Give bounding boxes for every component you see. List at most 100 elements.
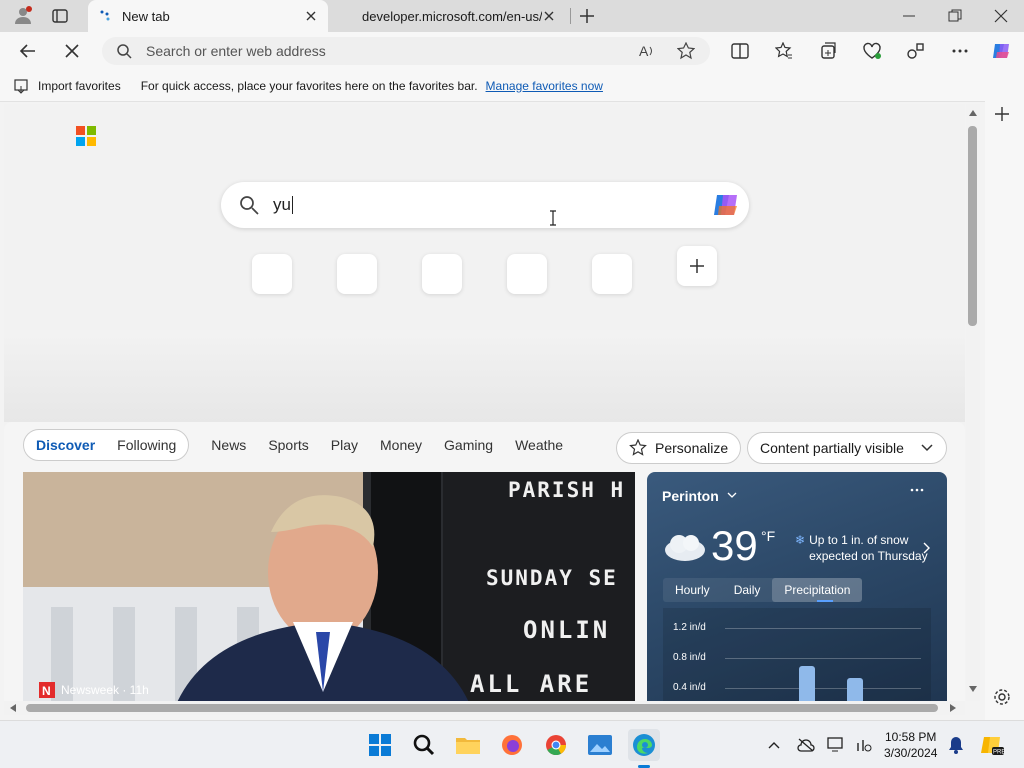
close-tab-icon[interactable] [304, 9, 318, 23]
search-icon[interactable] [408, 729, 440, 761]
scroll-left-icon[interactable] [10, 704, 16, 712]
weather-alert-text: Up to 1 in. of snow expected on Thursday [809, 533, 928, 563]
windows-start-icon[interactable] [364, 729, 396, 761]
personalize-label: Personalize [655, 440, 729, 456]
snowflake-icon: ❄ [795, 533, 806, 547]
weather-card[interactable]: Perinton 39 °F ❄ Up to 1 in. of snow exp… [647, 472, 947, 701]
add-shortcut-button[interactable] [677, 246, 717, 286]
horizontal-scrollbar[interactable] [4, 701, 965, 715]
browser-essentials-icon[interactable] [860, 39, 884, 63]
svg-text:PRE: PRE [993, 750, 1004, 756]
svg-text:A: A [639, 43, 649, 59]
minimize-icon[interactable] [902, 9, 916, 23]
edge-icon[interactable] [628, 729, 660, 761]
vertical-scrollbar[interactable] [966, 104, 980, 701]
quick-link-tile[interactable] [337, 254, 377, 294]
tab-developer[interactable]: developer.microsoft.com/en-us/ [346, 0, 566, 32]
horizontal-scroll-thumb[interactable] [26, 704, 938, 712]
quick-link-tile[interactable] [252, 254, 292, 294]
cloud-icon [661, 532, 707, 562]
scroll-down-icon[interactable] [969, 686, 977, 692]
favorites-icon[interactable] [772, 39, 796, 63]
copilot-icon[interactable] [990, 39, 1014, 63]
collections-icon[interactable] [816, 39, 840, 63]
manage-favorites-link[interactable]: Manage favorites now [486, 79, 603, 93]
chrome-icon[interactable] [540, 729, 572, 761]
tab-discover[interactable]: Discover [36, 437, 95, 453]
cloud-offline-icon[interactable] [790, 729, 822, 761]
back-icon[interactable] [16, 39, 40, 63]
settings-gear-icon[interactable] [993, 688, 1011, 706]
extensions-icon[interactable] [904, 39, 928, 63]
chevron-right-icon[interactable] [923, 542, 931, 554]
tab-title: New tab [122, 8, 170, 24]
close-window-icon[interactable] [994, 9, 1008, 23]
favorites-bar: Import favorites For quick access, place… [0, 70, 1024, 102]
read-aloud-icon[interactable]: A [638, 42, 656, 60]
weather-location[interactable]: Perinton [662, 488, 737, 504]
sign-line: PARISH H [508, 478, 626, 502]
tab-actions-icon[interactable] [52, 8, 68, 24]
notification-bell-icon[interactable] [940, 729, 972, 761]
quick-link-tile[interactable] [507, 254, 547, 294]
more-options-icon[interactable] [948, 39, 972, 63]
sign-line: SUNDAY SE [486, 566, 618, 590]
tab-strip: New tab developer.microsoft.com/en-us/ [0, 0, 1024, 32]
ntp-search-box[interactable]: yu [221, 182, 749, 228]
gridline [725, 628, 921, 629]
import-icon[interactable] [14, 78, 30, 94]
favorite-star-icon[interactable] [677, 42, 695, 60]
file-explorer-icon[interactable] [452, 729, 484, 761]
scroll-right-icon[interactable] [950, 704, 956, 712]
address-placeholder: Search or enter web address [146, 43, 326, 59]
quick-link-tile[interactable] [592, 254, 632, 294]
copilot-icon[interactable] [711, 190, 741, 220]
ntp-search-input[interactable]: yu [273, 195, 291, 215]
clock[interactable]: 10:58 PM 3/30/2024 [884, 729, 937, 761]
quick-link-tile[interactable] [422, 254, 462, 294]
tab-news[interactable]: News [211, 437, 246, 453]
search-icon [116, 43, 132, 59]
tab-play[interactable]: Play [331, 437, 358, 453]
scroll-up-icon[interactable] [969, 110, 977, 116]
firefox-icon[interactable] [496, 729, 528, 761]
favorites-hint: For quick access, place your favorites h… [140, 78, 478, 93]
tab-sports[interactable]: Sports [268, 437, 308, 453]
weather-alert[interactable]: ❄ Up to 1 in. of snow expected on Thursd… [795, 532, 935, 564]
profile-icon[interactable] [14, 6, 32, 24]
restore-icon[interactable] [948, 9, 962, 23]
content-visibility-value: Content partially visible [760, 440, 904, 456]
weather-tabs: Hourly Daily Precipitation [663, 578, 863, 602]
import-favorites-button[interactable]: Import favorites [38, 79, 121, 93]
vertical-scroll-thumb[interactable] [968, 126, 977, 326]
stop-loading-icon[interactable] [60, 39, 84, 63]
copilot-pre-icon[interactable]: PRE [976, 729, 1008, 761]
new-tab-icon[interactable] [579, 8, 595, 24]
tab-new-tab[interactable]: New tab [88, 0, 328, 32]
tab-following[interactable]: Following [117, 437, 176, 453]
news-card[interactable]: PARISH H SUNDAY SE ONLIN ALL ARE WE N Ne… [23, 472, 635, 701]
chart-label: 0.4 in/d [673, 682, 706, 693]
tab-gaming[interactable]: Gaming [444, 437, 493, 453]
photos-icon[interactable] [584, 729, 616, 761]
tab-money[interactable]: Money [380, 437, 422, 453]
svg-text:N: N [42, 684, 51, 698]
more-options-icon[interactable] [910, 488, 924, 492]
chart-label: 0.8 in/d [673, 652, 706, 663]
address-bar[interactable]: Search or enter web address A [102, 37, 710, 65]
clock-date: 3/30/2024 [884, 746, 938, 760]
personalize-button[interactable]: Personalize [616, 432, 742, 464]
tab-daily[interactable]: Daily [722, 578, 773, 602]
sign-line: ONLIN [523, 616, 611, 644]
close-tab-icon[interactable] [542, 9, 556, 23]
content-visibility-select[interactable]: Content partially visible [747, 432, 947, 464]
add-sidebar-icon[interactable] [994, 106, 1010, 122]
split-screen-icon[interactable] [728, 39, 752, 63]
weather-unit: °F [761, 528, 776, 544]
chevron-up-icon[interactable] [758, 729, 790, 761]
tab-hourly[interactable]: Hourly [663, 578, 722, 602]
star-sparkle-icon [629, 439, 647, 457]
network-icon[interactable] [848, 729, 880, 761]
tab-precipitation[interactable]: Precipitation [772, 578, 863, 602]
tab-weather[interactable]: Weathe [515, 437, 563, 453]
